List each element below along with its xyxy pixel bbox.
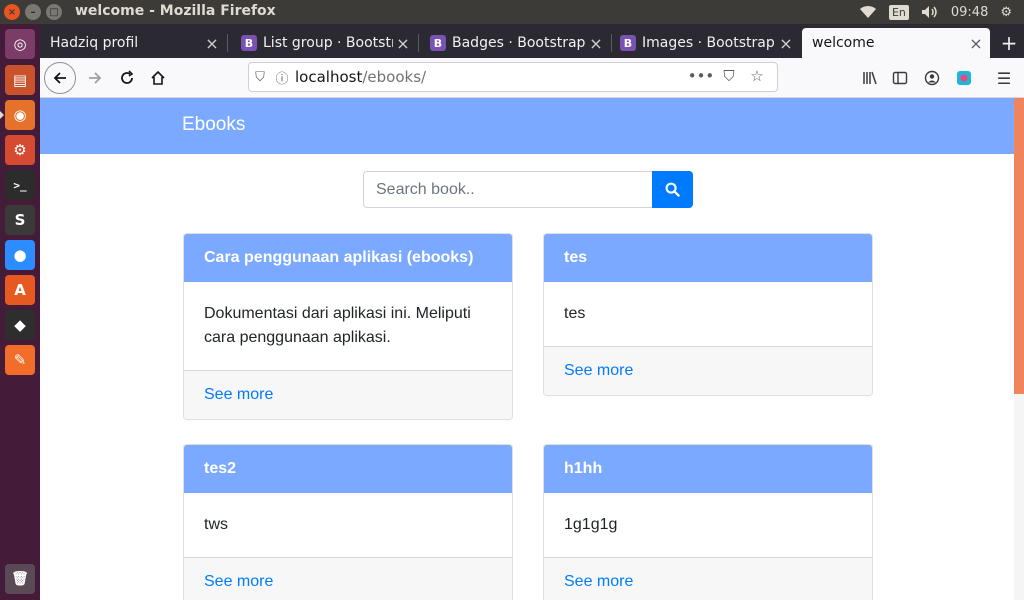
menu-hamburger-icon[interactable]: ☰ xyxy=(990,63,1018,93)
tab-separator xyxy=(418,34,419,52)
keyboard-layout-indicator[interactable]: En xyxy=(888,4,909,20)
see-more-link[interactable]: See more xyxy=(564,362,633,380)
info-icon[interactable]: ⓘ xyxy=(271,68,293,87)
bootstrap-favicon: B xyxy=(241,35,257,51)
ebook-card: h1hh 1g1g1g See more xyxy=(543,444,873,600)
url-bar[interactable]: ⛉ ⓘ localhost/ebooks/ ••• ⛉ ☆ xyxy=(248,62,778,92)
system-tray: En 09:48 ⚙ xyxy=(859,0,1024,24)
card-footer: See more xyxy=(184,557,512,600)
power-gear-icon[interactable]: ⚙ xyxy=(1000,5,1012,20)
trash-icon[interactable]: 🗑 xyxy=(5,564,35,594)
see-more-link[interactable]: See more xyxy=(564,573,633,591)
card-title: Cara penggunaan aplikasi (ebooks) xyxy=(184,234,512,282)
tab-images[interactable]: B Images · Bootstrap × xyxy=(610,28,800,58)
tab-badges[interactable]: B Badges · Bootstrap × xyxy=(420,28,610,58)
forward-button[interactable] xyxy=(80,63,110,93)
ubuntu-launcher: ◎ ▤ ◉ ⚙ >_ S ● A ◆ ✎ 🗑 xyxy=(0,24,40,600)
card-description: 1g1g1g xyxy=(564,516,618,533)
page-actions-icon[interactable]: ••• xyxy=(687,67,715,85)
card-description: tes xyxy=(564,305,586,322)
window-minimize-button[interactable]: – xyxy=(25,4,41,20)
inkscape-icon[interactable]: ◆ xyxy=(5,310,35,340)
firefox-icon[interactable]: ◉ xyxy=(5,100,35,130)
bookmark-star-icon[interactable]: ☆ xyxy=(743,67,771,85)
ebook-card: tes tes See more xyxy=(543,233,873,396)
clock[interactable]: 09:48 xyxy=(951,5,988,20)
tab-welcome[interactable]: welcome × xyxy=(802,28,990,58)
library-icon[interactable] xyxy=(856,63,884,93)
window-close-button[interactable]: × xyxy=(4,4,20,20)
ubuntu-dash-icon[interactable]: ◎ xyxy=(5,29,35,59)
card-footer: See more xyxy=(544,346,872,395)
shield-icon[interactable]: ⛉ xyxy=(249,70,271,85)
ebook-card: Cara penggunaan aplikasi (ebooks) Dokume… xyxy=(183,233,513,420)
card-description: Dokumentasi dari aplikasi ini. Meliputi … xyxy=(204,305,471,346)
sidebar-icon[interactable] xyxy=(886,63,914,93)
extension-icon[interactable] xyxy=(950,63,978,93)
running-app-marker xyxy=(0,111,4,119)
tab-close-icon[interactable]: × xyxy=(202,34,222,53)
reload-button[interactable] xyxy=(112,63,142,93)
card-title: tes xyxy=(544,234,872,282)
tab-close-icon[interactable]: × xyxy=(393,34,413,53)
scrollbar-thumb[interactable] xyxy=(1014,98,1024,394)
volume-icon[interactable] xyxy=(921,5,939,19)
new-tab-button[interactable]: + xyxy=(994,28,1024,58)
page-viewport: Ebooks Cara penggunaan aplikasi (ebooks)… xyxy=(40,98,1024,600)
browser-nav-bar: ⛉ ⓘ localhost/ebooks/ ••• ⛉ ☆ ☰ xyxy=(40,58,1024,98)
see-more-link[interactable]: See more xyxy=(204,386,273,404)
tab-close-icon[interactable]: × xyxy=(586,34,606,53)
search-button[interactable] xyxy=(652,171,693,208)
terminal-icon[interactable]: >_ xyxy=(5,170,35,200)
pocket-icon[interactable]: ⛉ xyxy=(715,67,743,85)
tab-list-group[interactable]: B List group · Bootstrap × xyxy=(231,28,417,58)
system-top-bar: × – □ welcome - Mozilla Firefox En 09:48… xyxy=(0,0,1024,24)
card-title: tes2 xyxy=(184,445,512,493)
card-title: h1hh xyxy=(544,445,872,493)
back-button[interactable] xyxy=(44,62,76,94)
card-description: tws xyxy=(204,516,228,533)
window-maximize-button[interactable]: □ xyxy=(46,4,62,20)
software-center-icon[interactable]: A xyxy=(5,275,35,305)
see-more-link[interactable]: See more xyxy=(204,573,273,591)
search-icon xyxy=(665,182,680,197)
search-form xyxy=(363,171,693,208)
web-browser-icon[interactable]: ✎ xyxy=(5,345,35,375)
tab-close-icon[interactable]: × xyxy=(966,34,986,53)
window-title: welcome - Mozilla Firefox xyxy=(75,3,276,19)
tab-separator xyxy=(227,34,228,52)
file-manager-icon[interactable]: ▤ xyxy=(5,65,35,95)
bootstrap-favicon: B xyxy=(620,35,636,51)
sublime-text-icon[interactable]: S xyxy=(5,205,35,235)
home-button[interactable] xyxy=(143,63,173,93)
url-host: localhost xyxy=(295,68,363,86)
browser-tab-strip: Hadziq profil × B List group · Bootstrap… xyxy=(40,24,1024,58)
card-footer: See more xyxy=(184,370,512,419)
site-navbar: Ebooks xyxy=(40,98,1014,154)
bootstrap-favicon: B xyxy=(430,35,446,51)
scrollbar-track[interactable] xyxy=(1014,98,1024,600)
account-icon[interactable] xyxy=(918,63,946,93)
search-input[interactable] xyxy=(363,171,652,208)
site-brand[interactable]: Ebooks xyxy=(182,114,245,136)
tab-close-icon[interactable]: × xyxy=(776,34,796,53)
tab-hadziq-profil[interactable]: Hadziq profil × xyxy=(40,28,226,58)
card-footer: See more xyxy=(544,557,872,600)
system-settings-icon[interactable]: ⚙ xyxy=(5,135,35,165)
ebook-card: tes2 tws See more xyxy=(183,444,513,600)
url-path: /ebooks/ xyxy=(362,68,427,86)
zoom-icon[interactable]: ● xyxy=(5,240,35,270)
wifi-icon[interactable] xyxy=(859,5,877,19)
